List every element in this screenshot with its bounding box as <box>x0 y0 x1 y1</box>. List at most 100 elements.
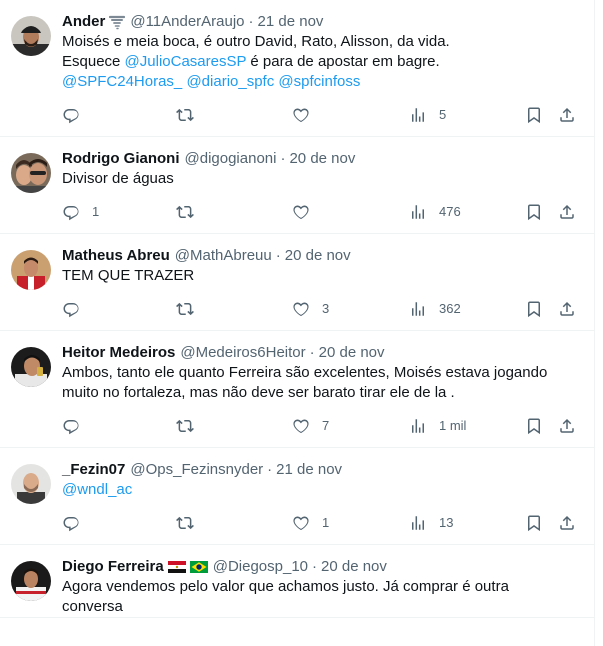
like-button[interactable] <box>292 106 322 124</box>
share-icon <box>558 417 576 435</box>
separator-dot: · <box>275 247 281 264</box>
separator-dot: · <box>309 344 315 361</box>
text-segment: Divisor de águas <box>62 170 174 187</box>
bookmark-button[interactable] <box>525 417 543 435</box>
tweet-header: Rodrigo Gianoni @digogianoni · 20 de nov <box>62 149 578 169</box>
tweet-item[interactable]: Ander @11AnderAraujo · 21 de nov Moisés e me… <box>0 0 594 137</box>
views-button[interactable]: 476 <box>409 203 461 221</box>
tweet-item[interactable]: Diego Ferreira @Diegosp_10 · 20 de nov Agora… <box>0 545 594 618</box>
reply-button[interactable]: 1 <box>62 203 99 221</box>
tweet-date[interactable]: 20 de nov <box>321 557 387 577</box>
share-icon <box>558 300 576 318</box>
display-name[interactable]: Ander <box>62 12 105 32</box>
more-options-button[interactable] <box>556 247 587 275</box>
display-name[interactable]: Matheus Abreu <box>62 246 170 266</box>
views-chart-icon <box>409 106 427 124</box>
mention-link[interactable]: @JulioCasaresSP <box>125 53 247 70</box>
user-handle[interactable]: @Ops_Fezinsnyder <box>130 460 263 480</box>
text-segment: é para de apostar em bagre. <box>246 53 440 70</box>
retweet-button[interactable] <box>176 203 206 221</box>
views-button[interactable]: 5 <box>409 106 446 124</box>
avatar[interactable] <box>11 153 51 193</box>
avatar[interactable] <box>11 464 51 504</box>
reply-icon <box>62 203 80 221</box>
tweet-header: _Fezin07 @Ops_Fezinsnyder · 21 de nov <box>62 460 578 480</box>
mention-link[interactable]: @diario_spfc <box>186 73 274 90</box>
heart-icon <box>292 300 310 318</box>
display-name[interactable]: Heitor Medeiros <box>62 343 175 363</box>
bookmark-button[interactable] <box>525 300 543 318</box>
views-button[interactable]: 13 <box>409 514 453 532</box>
bookmark-button[interactable] <box>525 203 543 221</box>
tweet-header: Heitor Medeiros @Medeiros6Heitor · 20 de no… <box>62 343 578 363</box>
reply-button[interactable] <box>62 300 92 318</box>
retweet-button[interactable] <box>176 300 206 318</box>
like-button[interactable]: 7 <box>292 417 329 435</box>
views-button[interactable]: 362 <box>409 300 461 318</box>
share-button[interactable] <box>558 106 576 124</box>
reply-button[interactable] <box>62 514 92 532</box>
more-options-button[interactable] <box>556 558 587 586</box>
share-button[interactable] <box>558 300 576 318</box>
retweet-icon <box>176 300 194 318</box>
tweet-text-line: Moisés e meia boca, é outro David, Rato,… <box>62 32 578 52</box>
separator-dot: · <box>312 558 318 575</box>
share-button[interactable] <box>558 417 576 435</box>
avatar[interactable] <box>11 250 51 290</box>
avatar[interactable] <box>11 16 51 56</box>
share-button[interactable] <box>558 514 576 532</box>
user-handle[interactable]: @Diegosp_10 <box>213 557 308 577</box>
user-handle[interactable]: @Medeiros6Heitor <box>180 343 305 363</box>
mention-link[interactable]: @SPFC24Horas_ <box>62 73 182 90</box>
user-handle[interactable]: @MathAbreuu <box>175 246 272 266</box>
views-count: 5 <box>439 107 447 122</box>
more-options-button[interactable] <box>556 461 587 489</box>
tweet-text: TEM QUE TRAZER <box>62 266 578 286</box>
mention-link[interactable]: @wndl_ac <box>62 481 132 498</box>
text-segment: TEM QUE TRAZER <box>62 267 195 284</box>
retweet-button[interactable] <box>176 106 206 124</box>
flag-icons <box>167 560 208 574</box>
like-button[interactable]: 3 <box>292 300 329 318</box>
tweet-date[interactable]: 20 de nov <box>285 246 351 266</box>
heart-icon <box>292 203 310 221</box>
user-handle[interactable]: @11AnderAraujo <box>130 12 244 32</box>
avatar[interactable] <box>11 347 51 387</box>
display-name[interactable]: _Fezin07 <box>62 460 125 480</box>
tweet-item[interactable]: Matheus Abreu @MathAbreuu · 20 de nov TEM QU… <box>0 234 594 331</box>
user-handle[interactable]: @digogianoni <box>185 149 277 169</box>
avatar[interactable] <box>11 561 51 601</box>
tweet-date[interactable]: 20 de nov <box>289 149 355 169</box>
tweet-item[interactable]: Rodrigo Gianoni @digogianoni · 20 de nov Div… <box>0 137 594 234</box>
display-name[interactable]: Rodrigo Gianoni <box>62 149 180 169</box>
more-options-button[interactable] <box>556 13 587 41</box>
mention-link[interactable]: @spfcinfoss <box>278 73 360 90</box>
tweet-date[interactable]: 20 de nov <box>319 343 385 363</box>
tweet-item[interactable]: Heitor Medeiros @Medeiros6Heitor · 20 de no… <box>0 331 594 448</box>
retweet-button[interactable] <box>176 417 206 435</box>
display-name[interactable]: Diego Ferreira <box>62 557 164 577</box>
tweet-date[interactable]: 21 de nov <box>258 12 324 32</box>
replies-count: 1 <box>92 204 100 219</box>
replies-feed: Ander @11AnderAraujo · 21 de nov Moisés e me… <box>0 0 595 646</box>
tweet-text: Moisés e meia boca, é outro David, Rato,… <box>62 32 578 92</box>
like-button[interactable]: 1 <box>292 514 329 532</box>
bookmark-button[interactable] <box>525 514 543 532</box>
text-segment: Ambos, tanto ele quanto Ferreira são exc… <box>62 364 548 381</box>
views-chart-icon <box>409 514 427 532</box>
retweet-button[interactable] <box>176 514 206 532</box>
like-button[interactable] <box>292 203 322 221</box>
more-options-button[interactable] <box>556 344 587 372</box>
views-button[interactable]: 1 mil <box>409 417 466 435</box>
reply-button[interactable] <box>62 106 92 124</box>
retweet-icon <box>176 106 194 124</box>
more-options-button[interactable] <box>556 150 587 178</box>
tweet-date[interactable]: 21 de nov <box>276 460 342 480</box>
tweet-item[interactable]: _Fezin07 @Ops_Fezinsnyder · 21 de nov @wndl_… <box>0 448 594 545</box>
bookmark-button[interactable] <box>525 106 543 124</box>
share-button[interactable] <box>558 203 576 221</box>
separator-dot: · <box>248 13 254 30</box>
tweet-actions: 1 13 <box>62 506 578 544</box>
views-count: 476 <box>439 204 461 219</box>
reply-button[interactable] <box>62 417 92 435</box>
